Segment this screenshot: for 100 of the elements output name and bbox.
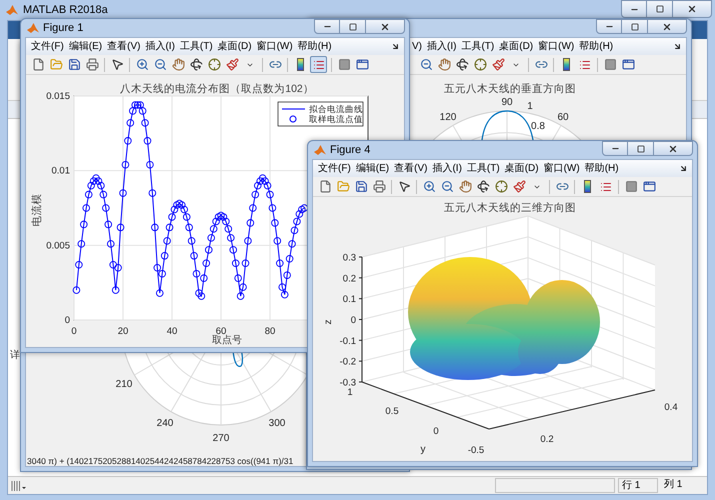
pointer-icon[interactable] [110,58,124,71]
close-button[interactable] [365,19,405,34]
angle-label: 240 [156,418,174,429]
y-tick-label: 0.005 [46,240,70,252]
colorbar-icon[interactable] [562,58,570,71]
file-icon[interactable] [318,180,332,193]
close-icon [380,22,390,32]
printer-icon[interactable] [86,58,98,71]
menu-item[interactable]: 插入(I) [427,39,456,54]
maximize-button[interactable] [628,141,653,156]
sample-marker [82,204,90,212]
square-icon[interactable] [338,58,350,71]
printer-icon[interactable] [372,180,386,193]
y-tick-label: -0.5 [468,445,484,456]
window-icon[interactable] [356,58,368,71]
colorbar-icon[interactable] [584,180,590,193]
crosshair-icon[interactable] [494,180,508,193]
square-icon[interactable] [624,180,638,193]
brush-icon[interactable] [492,58,504,71]
close-icon [687,4,697,14]
y-axis-label: y [420,444,426,455]
legend-toggle-button[interactable] [310,56,327,73]
rotate-icon[interactable] [190,58,202,71]
sample-marker [144,137,152,145]
grip-icon[interactable] [11,480,27,490]
sample-marker [271,219,279,227]
x-tick-label: 0 [71,326,77,337]
brush-icon[interactable] [226,58,238,71]
angle-label: 270 [212,433,230,444]
save-icon[interactable] [68,58,80,71]
menu-item[interactable]: 桌面(D) [499,39,534,54]
sample-marker [146,160,154,168]
menu-item[interactable]: 帮助(H) [298,39,332,54]
undock-arrow-icon[interactable] [673,42,682,51]
window-title: MATLAB R2018a [23,2,108,18]
menu-item[interactable]: 帮助(H) [579,39,614,54]
sample-marker [244,237,252,245]
plot-title: 五元八木天线的三维方向图 [444,202,576,214]
menu-item[interactable]: 桌面(D) [504,161,539,176]
angle-label: 90 [501,97,513,108]
sample-marker [283,271,291,279]
crosshair-icon[interactable] [208,58,220,71]
menu-item[interactable]: 窗口(W) [256,39,293,54]
y-tick-label: 1 [347,387,353,398]
window-icon[interactable] [642,180,656,193]
close-button[interactable] [647,19,687,34]
menu-item[interactable]: 窗口(W) [544,161,580,176]
rotate-icon[interactable] [476,180,490,193]
menu-item[interactable]: 文件(F) [318,161,351,176]
menu-item[interactable]: 查看(V) [107,39,140,54]
close-button[interactable] [653,141,693,156]
y-axis-label: 电流模 [31,194,43,226]
menu-item[interactable]: 编辑(E) [356,161,390,176]
maximize-button[interactable] [622,19,647,34]
menu-item[interactable]: V) [412,39,422,54]
sample-marker [126,119,134,127]
colorbar-icon[interactable] [296,58,304,71]
undock-arrow-icon[interactable] [679,164,688,173]
pointer-icon[interactable] [398,180,410,193]
hand-icon[interactable] [438,58,450,71]
maximize-button[interactable] [340,19,365,34]
undock-arrow-icon[interactable] [391,42,400,51]
minimize-button[interactable] [621,0,647,18]
sample-marker [104,220,112,228]
zoom-out-icon[interactable] [154,58,166,71]
z-tick-label: 0.3 [342,252,356,264]
menu-item[interactable]: 工具(T) [180,39,213,54]
sample-marker [232,260,240,267]
menu-item[interactable]: 窗口(W) [538,39,574,54]
zoom-in-icon[interactable] [422,180,436,193]
zoom-in-icon[interactable] [136,58,148,71]
window-title: Figure 1 [43,20,84,36]
brush-icon[interactable] [512,180,526,193]
save-icon[interactable] [354,180,368,193]
menu-item[interactable]: 帮助(H) [584,161,619,176]
window-icon[interactable] [622,58,634,71]
menu-item[interactable]: 插入(I) [432,161,462,176]
close-icon [668,144,678,154]
maximize-button[interactable] [647,0,672,18]
menu-item[interactable]: 插入(I) [145,39,175,54]
hand-icon[interactable] [172,58,184,71]
menu-item[interactable]: 桌面(D) [218,39,252,54]
zoom-out-icon[interactable] [420,58,432,71]
zoom-out-icon[interactable] [440,180,454,193]
menu-item[interactable]: 文件(F) [31,39,64,54]
panel-label: 详 [10,348,20,363]
hand-icon[interactable] [458,180,472,193]
sample-marker [72,286,80,294]
sample-marker [75,261,83,268]
close-button[interactable] [672,0,712,18]
square-icon[interactable] [604,58,616,71]
rotate-icon[interactable] [456,58,468,71]
crosshair-icon[interactable] [474,58,486,71]
file-icon[interactable] [32,58,44,71]
x-tick-label: 0.4 [664,402,678,413]
menu-item[interactable]: 工具(T) [466,161,500,176]
sample-marker [124,137,132,145]
menu-item[interactable]: 查看(V) [394,161,428,176]
menu-item[interactable]: 工具(T) [461,39,494,54]
menu-item[interactable]: 编辑(E) [68,39,102,54]
